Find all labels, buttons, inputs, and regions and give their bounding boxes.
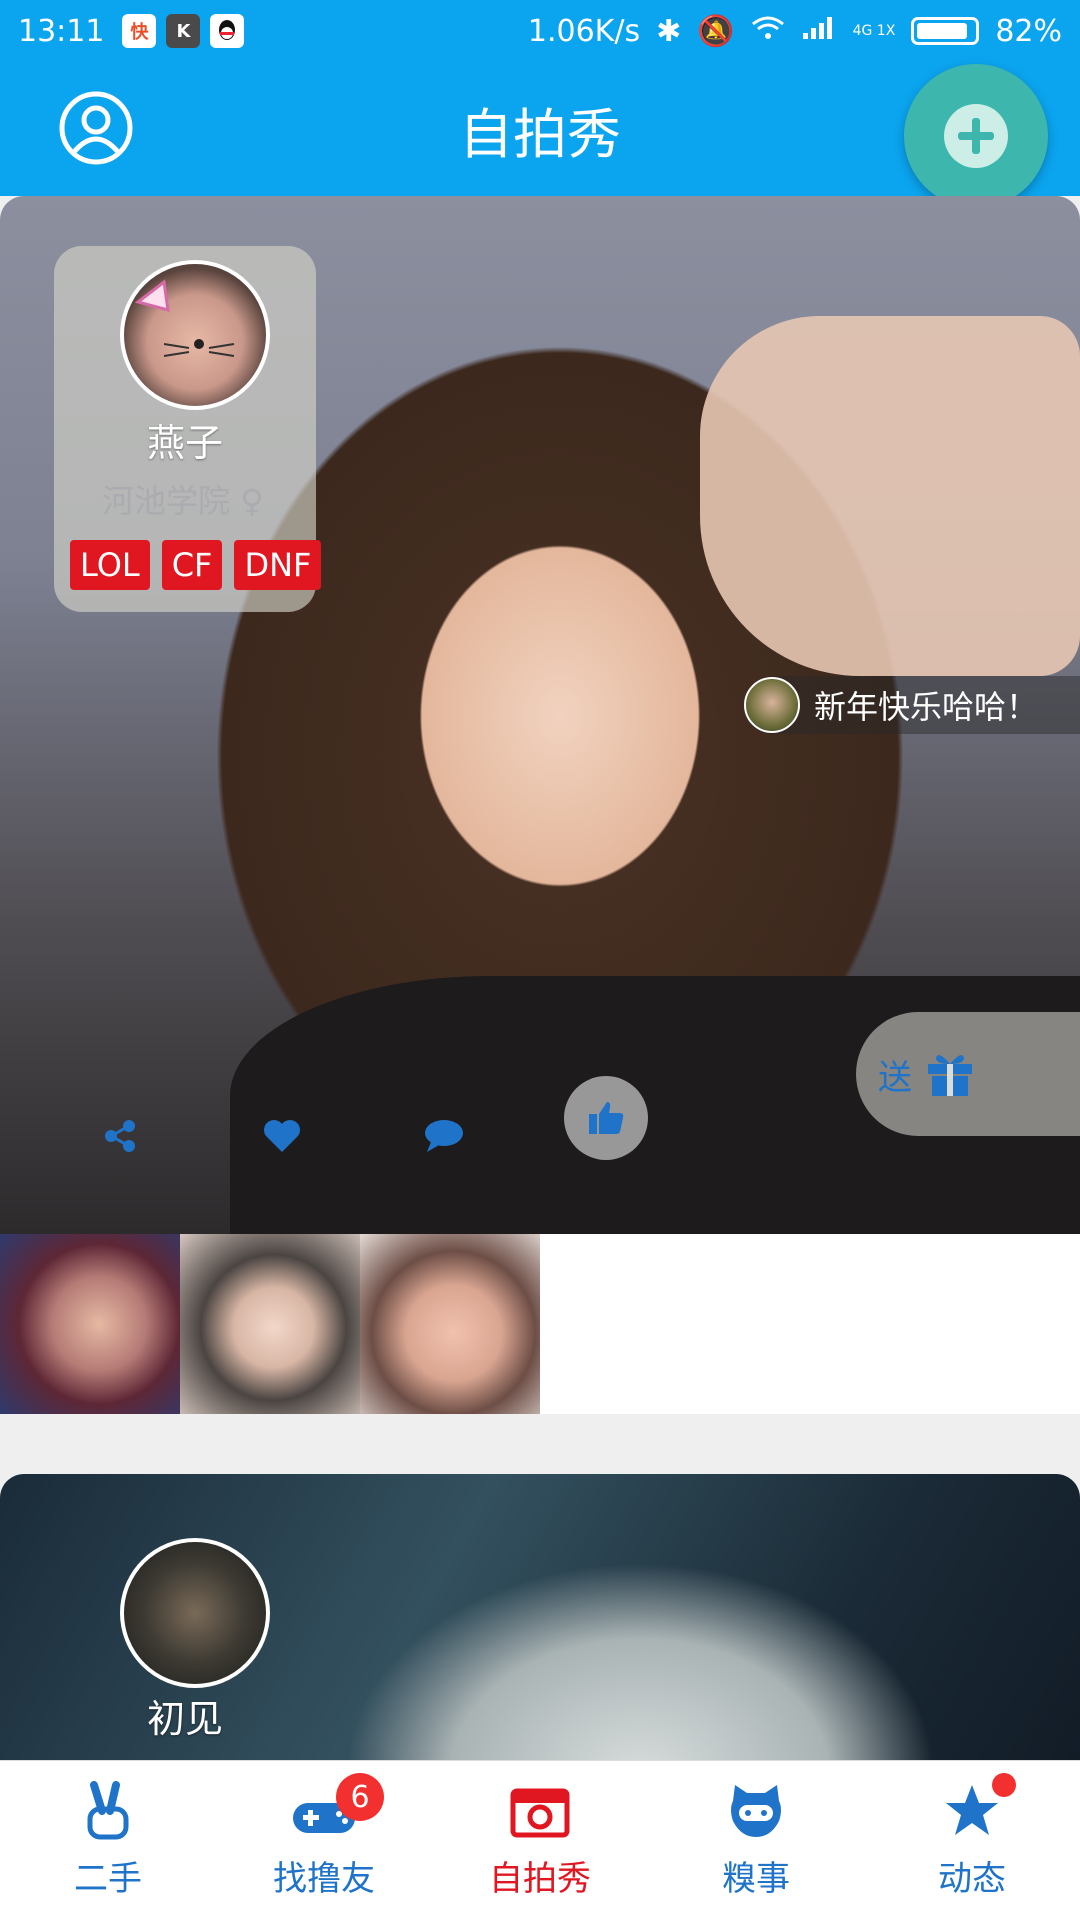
thumbnail-photo[interactable]	[360, 1234, 540, 1414]
nav-label: 动态	[938, 1859, 1006, 1899]
status-bar: 13:11 快 K 1.06K/s ✱ 🔕 4G 1X 82%	[0, 0, 1080, 62]
gift-label: 送	[878, 1057, 912, 1098]
user-avatar[interactable]	[120, 260, 270, 410]
commenter-avatar	[744, 677, 800, 733]
k-app-icon: K	[166, 14, 201, 48]
user-school: 河池学院 ♀	[102, 476, 264, 522]
status-right: 1.06K/s ✱ 🔕 4G 1X 82%	[528, 14, 1062, 49]
notification-dot	[992, 1773, 1016, 1797]
wifi-icon	[751, 14, 785, 49]
nav-item-jokes[interactable]: 糗事	[648, 1761, 864, 1920]
nav-label: 二手	[74, 1859, 142, 1899]
network-speed: 1.06K/s	[527, 13, 641, 49]
thumbnail-photo[interactable]	[0, 1234, 180, 1414]
tag-dnf: DNF	[234, 540, 322, 590]
camera-icon	[510, 1788, 570, 1838]
plus-circle-icon	[944, 104, 1008, 168]
battery-percent: 82%	[995, 13, 1062, 49]
share-button[interactable]	[80, 1096, 160, 1176]
thumbs-up-icon	[589, 1102, 624, 1134]
add-post-button[interactable]	[904, 64, 1048, 208]
share-icon	[105, 1120, 135, 1152]
status-time: 13:11	[18, 13, 105, 49]
comment-text: 新年快乐哈哈！	[814, 688, 1039, 726]
network-type: 4G 1X	[852, 23, 896, 39]
game-tags: LOL CF DNF	[70, 540, 322, 590]
nav-item-secondhand[interactable]: 二手	[0, 1761, 216, 1920]
photo-thumbnails	[0, 1234, 1080, 1414]
octocat-icon	[731, 1785, 781, 1837]
school-name: 河池学院	[102, 482, 231, 520]
chat-bubble-icon	[425, 1120, 463, 1152]
bluetooth-icon: ✱	[656, 13, 682, 49]
send-gift-button[interactable]: 送	[856, 1012, 1080, 1136]
tag-lol: LOL	[70, 540, 150, 590]
post-actions: 送	[0, 1012, 1080, 1196]
user-name: 初见	[146, 1697, 223, 1741]
news-app-icon: 快	[122, 14, 157, 48]
like-button[interactable]	[564, 1076, 648, 1160]
user-name: 燕子	[146, 421, 223, 465]
qq-app-icon	[210, 14, 245, 48]
notification-badge: 6	[336, 1773, 384, 1821]
gift-icon	[928, 1055, 972, 1096]
nav-label: 自拍秀	[489, 1859, 591, 1899]
mute-icon: 🔕	[697, 13, 735, 49]
battery-icon	[911, 17, 980, 45]
app-root: 13:11 快 K 1.06K/s ✱ 🔕 4G 1X 82% 自拍秀 燕子 河…	[0, 0, 1080, 1920]
nav-item-find-friends[interactable]: 6 找撸友	[216, 1761, 432, 1920]
comment-bubble[interactable]: 新年快乐哈哈！	[744, 676, 1080, 734]
nav-item-activity[interactable]: 动态	[864, 1761, 1080, 1920]
app-header: 自拍秀	[0, 62, 1080, 208]
thumbnail-photo[interactable]	[180, 1234, 360, 1414]
user-avatar[interactable]	[120, 1538, 270, 1688]
selfie-post-card[interactable]: 燕子 河池学院 ♀ LOL CF DNF 新年快乐哈哈！ 送	[0, 196, 1080, 1234]
victory-hand-icon	[87, 1781, 129, 1840]
nav-label: 找撸友	[273, 1859, 375, 1899]
nav-item-selfie-show[interactable]: 自拍秀	[432, 1761, 648, 1920]
bottom-navigation: 二手 6 找撸友 自拍秀 糗事 动态	[0, 1760, 1080, 1920]
comment-button[interactable]	[404, 1096, 484, 1176]
favorite-button[interactable]	[242, 1096, 322, 1176]
photo-arm	[700, 316, 1080, 676]
selfie-post-card[interactable]: 初见	[0, 1474, 1080, 1760]
heart-icon	[264, 1120, 300, 1152]
tag-cf: CF	[161, 540, 223, 590]
nav-label: 糗事	[722, 1859, 790, 1899]
female-icon: ♀	[240, 482, 264, 520]
signal-icon	[801, 14, 837, 49]
